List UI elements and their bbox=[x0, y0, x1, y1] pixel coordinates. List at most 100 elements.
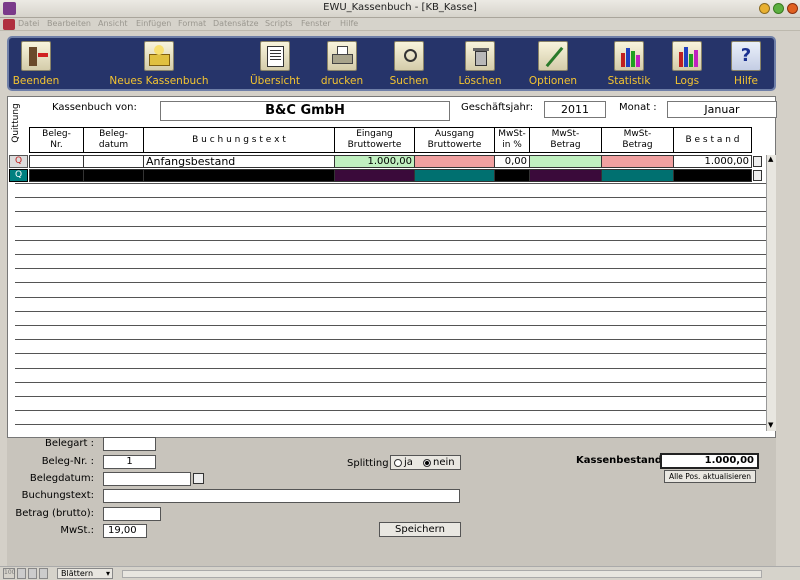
search-icon bbox=[394, 41, 424, 71]
toolbar-uebersicht-button[interactable]: Übersicht bbox=[249, 41, 301, 87]
kassenbuch-field[interactable]: B&C GmbH bbox=[160, 101, 450, 121]
toolbar-statistik-button[interactable]: Statistik bbox=[605, 41, 653, 87]
save-button[interactable]: Speichern bbox=[379, 522, 461, 537]
empty-row-line bbox=[15, 211, 766, 212]
radio-ja-label: ja bbox=[404, 457, 413, 468]
menu-ansicht[interactable]: Ansicht bbox=[98, 19, 128, 28]
empty-row-line bbox=[15, 339, 766, 340]
minimize-button[interactable] bbox=[759, 3, 770, 14]
zoom-level[interactable]: 100 bbox=[3, 568, 15, 579]
menu-format[interactable]: Format bbox=[178, 19, 206, 28]
empty-row-line bbox=[15, 183, 766, 184]
belegdatum-label: Belegdatum: bbox=[29, 473, 94, 484]
betrag-field[interactable] bbox=[103, 507, 161, 521]
close-button[interactable] bbox=[787, 3, 798, 14]
geschaeftsjahr-label: Geschäftsjahr: bbox=[461, 102, 534, 113]
title-bar: EWU_Kassenbuch - [KB_Kasse] bbox=[0, 0, 800, 18]
horizontal-scrollbar[interactable] bbox=[122, 570, 762, 578]
row2-eingang[interactable] bbox=[334, 169, 415, 182]
menu-bar: Datei Bearbeiten Ansicht Einfügen Format… bbox=[0, 18, 800, 31]
radio-nein-label: nein bbox=[433, 457, 455, 468]
empty-row-line bbox=[15, 382, 766, 383]
toolbar-optionen-button[interactable]: Optionen bbox=[527, 41, 579, 87]
belegdatum-field[interactable] bbox=[103, 472, 191, 486]
scroll-down-icon[interactable]: ▼ bbox=[768, 421, 773, 429]
quittung-button-row2[interactable]: Q bbox=[9, 169, 28, 182]
empty-row-line bbox=[15, 325, 766, 326]
quittung-button-row1[interactable]: Q bbox=[9, 155, 28, 168]
exit-door-icon bbox=[21, 41, 51, 71]
row1-belegnr[interactable] bbox=[29, 155, 84, 168]
quittung-label: Quittung bbox=[11, 103, 21, 143]
menu-einfuegen[interactable]: Einfügen bbox=[136, 19, 171, 28]
belegart-field[interactable] bbox=[103, 437, 156, 451]
toolbar-hilfe-button[interactable]: ? Hilfe bbox=[727, 41, 765, 87]
toolbar: Beenden Neues Kassenbuch Übersicht druck… bbox=[7, 36, 776, 91]
radio-ja[interactable] bbox=[394, 459, 402, 467]
alle-pos-aktualisieren-button[interactable]: Alle Pos. aktualisieren bbox=[664, 470, 756, 483]
mode-select[interactable]: Blättern ▾ bbox=[57, 568, 113, 579]
menu-hilfe[interactable]: Hilfe bbox=[340, 19, 358, 28]
row2-trash-icon[interactable] bbox=[753, 170, 762, 181]
menu-bearbeiten[interactable]: Bearbeiten bbox=[47, 19, 91, 28]
toolbar-beenden-button[interactable]: Beenden bbox=[11, 41, 61, 87]
printer-icon bbox=[327, 41, 357, 71]
row1-belegdatum[interactable] bbox=[83, 155, 144, 168]
empty-row-line bbox=[15, 311, 766, 312]
toolbar-neues-kassenbuch-button[interactable]: Neues Kassenbuch bbox=[109, 41, 209, 87]
kassenbestand-label: Kassenbestand: bbox=[576, 455, 666, 466]
monat-label: Monat : bbox=[619, 102, 657, 113]
row1-ausgang[interactable] bbox=[414, 155, 495, 168]
toolbar-suchen-button[interactable]: Suchen bbox=[387, 41, 431, 87]
mwst-label: MwSt.: bbox=[60, 525, 94, 536]
maximize-button[interactable] bbox=[773, 3, 784, 14]
row2-buchungstext[interactable] bbox=[143, 169, 335, 182]
col-header-belegdatum: Beleg- datum bbox=[83, 127, 144, 153]
row1-buchungstext[interactable]: Anfangsbestand bbox=[143, 155, 335, 168]
window-title: EWU_Kassenbuch - [KB_Kasse] bbox=[323, 2, 477, 13]
menu-datei[interactable]: Datei bbox=[18, 19, 39, 28]
menu-scripts[interactable]: Scripts bbox=[265, 19, 292, 28]
calendar-icon[interactable] bbox=[193, 473, 204, 484]
entry-form: Belegart : Beleg-Nr. : 1 Belegdatum: Buc… bbox=[7, 437, 776, 568]
new-book-icon bbox=[144, 41, 174, 71]
toolbar-logs-button[interactable]: Logs bbox=[669, 41, 705, 87]
empty-row-line bbox=[15, 282, 766, 283]
row1-mwst-pct[interactable]: 0,00 bbox=[494, 155, 530, 168]
mwst-field[interactable]: 19,00 bbox=[103, 524, 147, 538]
vertical-scrollbar[interactable]: ▲ ▼ bbox=[766, 155, 776, 431]
row2-belegnr[interactable] bbox=[29, 169, 84, 182]
zoom-in-icon[interactable] bbox=[28, 568, 37, 579]
scroll-up-icon[interactable]: ▲ bbox=[768, 155, 773, 163]
empty-row-line bbox=[15, 226, 766, 227]
menu-fenster[interactable]: Fenster bbox=[301, 19, 331, 28]
row2-mwst-pct[interactable] bbox=[494, 169, 530, 182]
kassenbuch-label: Kassenbuch von: bbox=[52, 102, 137, 113]
radio-nein[interactable] bbox=[423, 459, 431, 467]
wrench-icon bbox=[538, 41, 568, 71]
empty-row-line bbox=[15, 297, 766, 298]
toolbar-drucken-button[interactable]: drucken bbox=[319, 41, 365, 87]
menu-datensaetze[interactable]: Datensätze bbox=[213, 19, 259, 28]
col-header-bestand: B e s t a n d bbox=[673, 127, 752, 153]
monat-field[interactable]: Januar bbox=[667, 101, 777, 118]
row2-belegdatum[interactable] bbox=[83, 169, 144, 182]
zoom-out-icon[interactable] bbox=[17, 568, 26, 579]
status-toggle-icon[interactable] bbox=[39, 568, 48, 579]
belegnr-field[interactable]: 1 bbox=[103, 455, 156, 469]
row1-bestand: 1.000,00 bbox=[673, 155, 752, 168]
row1-eingang[interactable]: 1.000,00 bbox=[334, 155, 415, 168]
overview-icon bbox=[260, 41, 290, 71]
toolbar-loeschen-button[interactable]: Löschen bbox=[455, 41, 505, 87]
row1-trash-icon[interactable] bbox=[753, 156, 762, 167]
empty-row-line bbox=[15, 240, 766, 241]
row2-ausgang[interactable] bbox=[414, 169, 495, 182]
trash-icon bbox=[465, 41, 495, 71]
buchungstext-field[interactable] bbox=[103, 489, 460, 503]
log-chart-icon bbox=[672, 41, 702, 71]
status-bar: 100 Blättern ▾ bbox=[0, 566, 800, 580]
geschaeftsjahr-field[interactable]: 2011 bbox=[544, 101, 606, 118]
belegart-label: Belegart : bbox=[45, 438, 94, 449]
col-header-mwst-betrag-1: MwSt- Betrag bbox=[529, 127, 602, 153]
document-icon bbox=[3, 19, 15, 30]
